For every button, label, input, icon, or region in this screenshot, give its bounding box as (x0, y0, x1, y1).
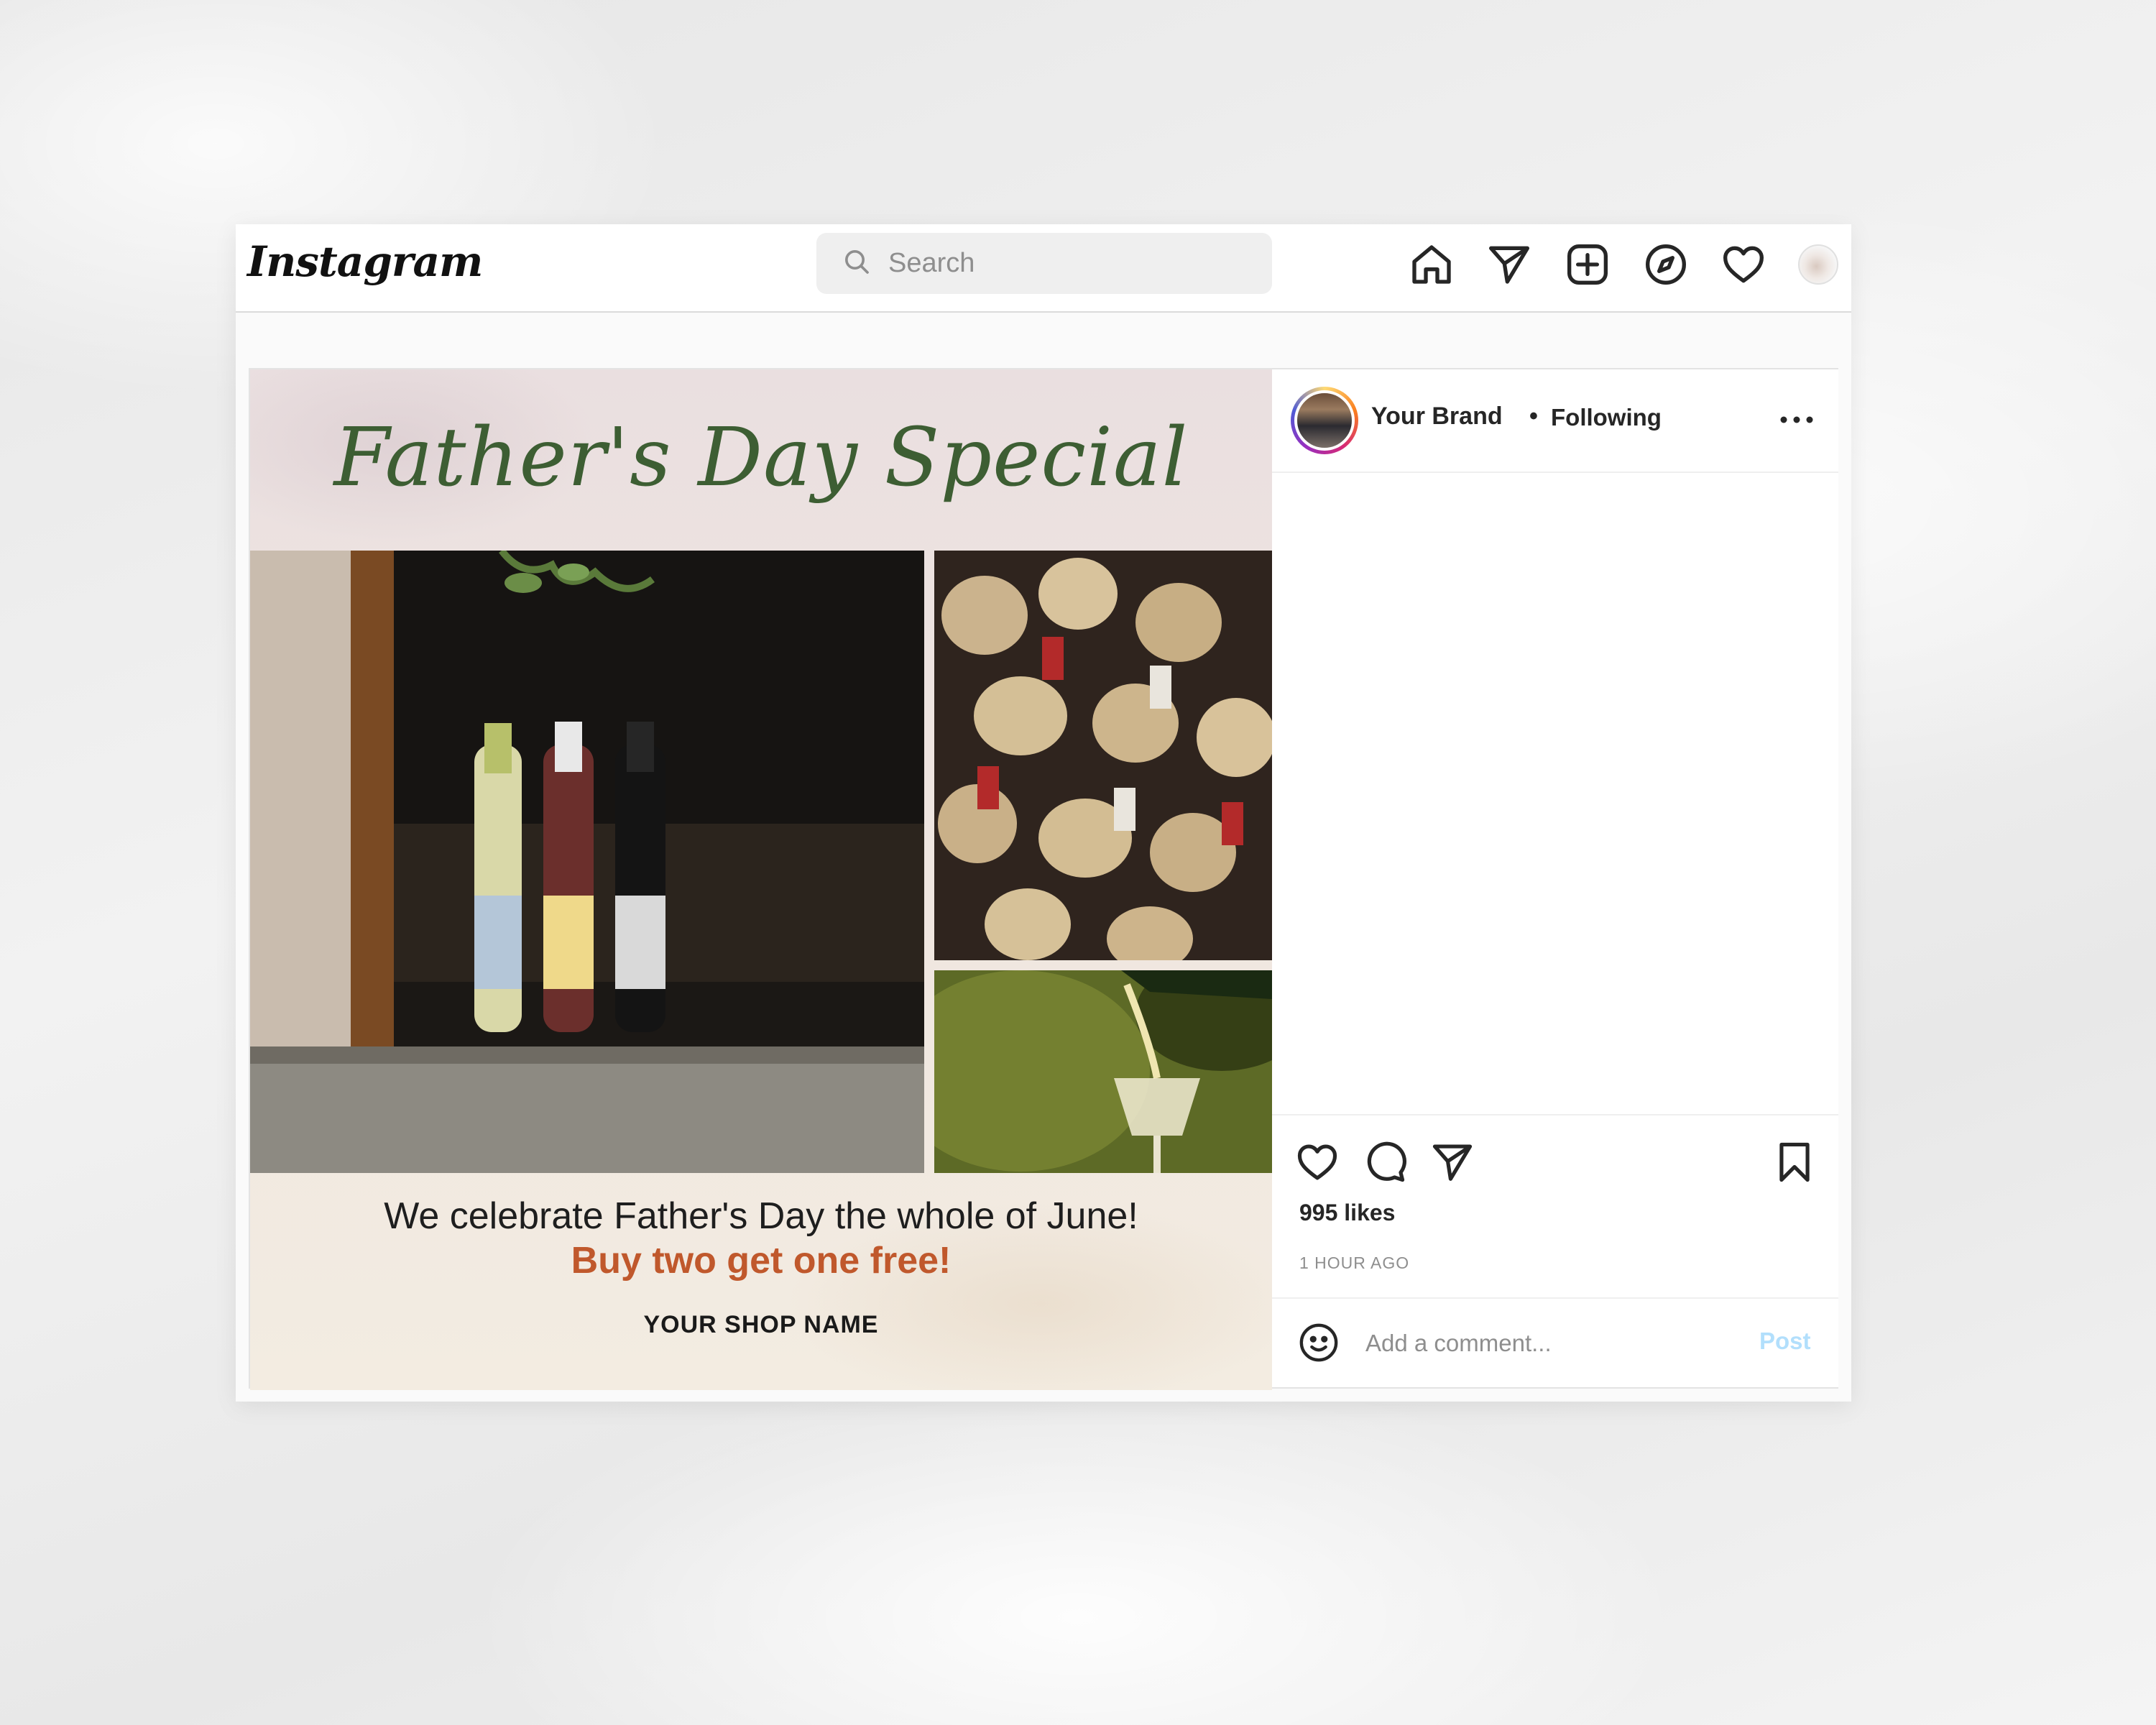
header-separator: • (1529, 402, 1538, 430)
straw-wine-flasks-photo (934, 551, 1272, 960)
like-heart-icon[interactable] (1295, 1140, 1340, 1184)
home-icon[interactable] (1409, 242, 1455, 288)
actions-divider (1272, 1114, 1838, 1116)
author-name[interactable]: Your Brand (1371, 402, 1503, 431)
following-button[interactable]: Following (1551, 404, 1662, 431)
author-avatar-image (1294, 390, 1355, 451)
author-avatar[interactable] (1291, 387, 1358, 454)
instagram-window: Instagram Search Father's Day Special We… (236, 224, 1851, 1402)
more-options-icon[interactable] (1777, 405, 1817, 434)
comment-icon[interactable] (1363, 1140, 1407, 1184)
post-sidebar: Your Brand • Following 995 likes 1 HOUR … (1272, 369, 1838, 1387)
profile-avatar[interactable] (1798, 244, 1838, 285)
comment-bar: Post (1272, 1297, 1838, 1387)
search-input[interactable] (888, 248, 1248, 279)
activity-heart-icon[interactable] (1720, 242, 1766, 288)
like-count[interactable]: 995 likes (1299, 1200, 1395, 1226)
explore-compass-icon[interactable] (1643, 242, 1689, 288)
post-comment-button[interactable]: Post (1759, 1328, 1811, 1355)
creative-offer: Buy two get one free! (571, 1240, 952, 1282)
creative-title: Father's Day Special (333, 411, 1189, 505)
share-send-icon[interactable] (1430, 1140, 1475, 1184)
comment-input[interactable] (1365, 1323, 1739, 1363)
instagram-logo[interactable]: Instagram (247, 237, 483, 286)
emoji-smiley-icon[interactable] (1298, 1322, 1340, 1363)
creative-tagline: We celebrate Father's Day the whole of J… (384, 1195, 1138, 1237)
search-icon (842, 247, 871, 280)
top-navigation-bar: Instagram (236, 224, 1851, 313)
post-header: Your Brand • Following (1272, 369, 1838, 473)
post-image[interactable]: Father's Day Special We celebrate Father… (250, 369, 1272, 1390)
direct-send-icon[interactable] (1486, 242, 1532, 288)
wine-pouring-photo (934, 970, 1272, 1173)
wine-bottles-photo (250, 551, 924, 1173)
creative-shop-name: YOUR SHOP NAME (643, 1311, 879, 1338)
new-post-icon[interactable] (1565, 242, 1611, 288)
save-bookmark-icon[interactable] (1772, 1140, 1817, 1184)
search-box[interactable] (816, 233, 1272, 294)
post-card: Father's Day Special We celebrate Father… (249, 368, 1838, 1390)
post-timestamp: 1 HOUR AGO (1299, 1254, 1410, 1272)
